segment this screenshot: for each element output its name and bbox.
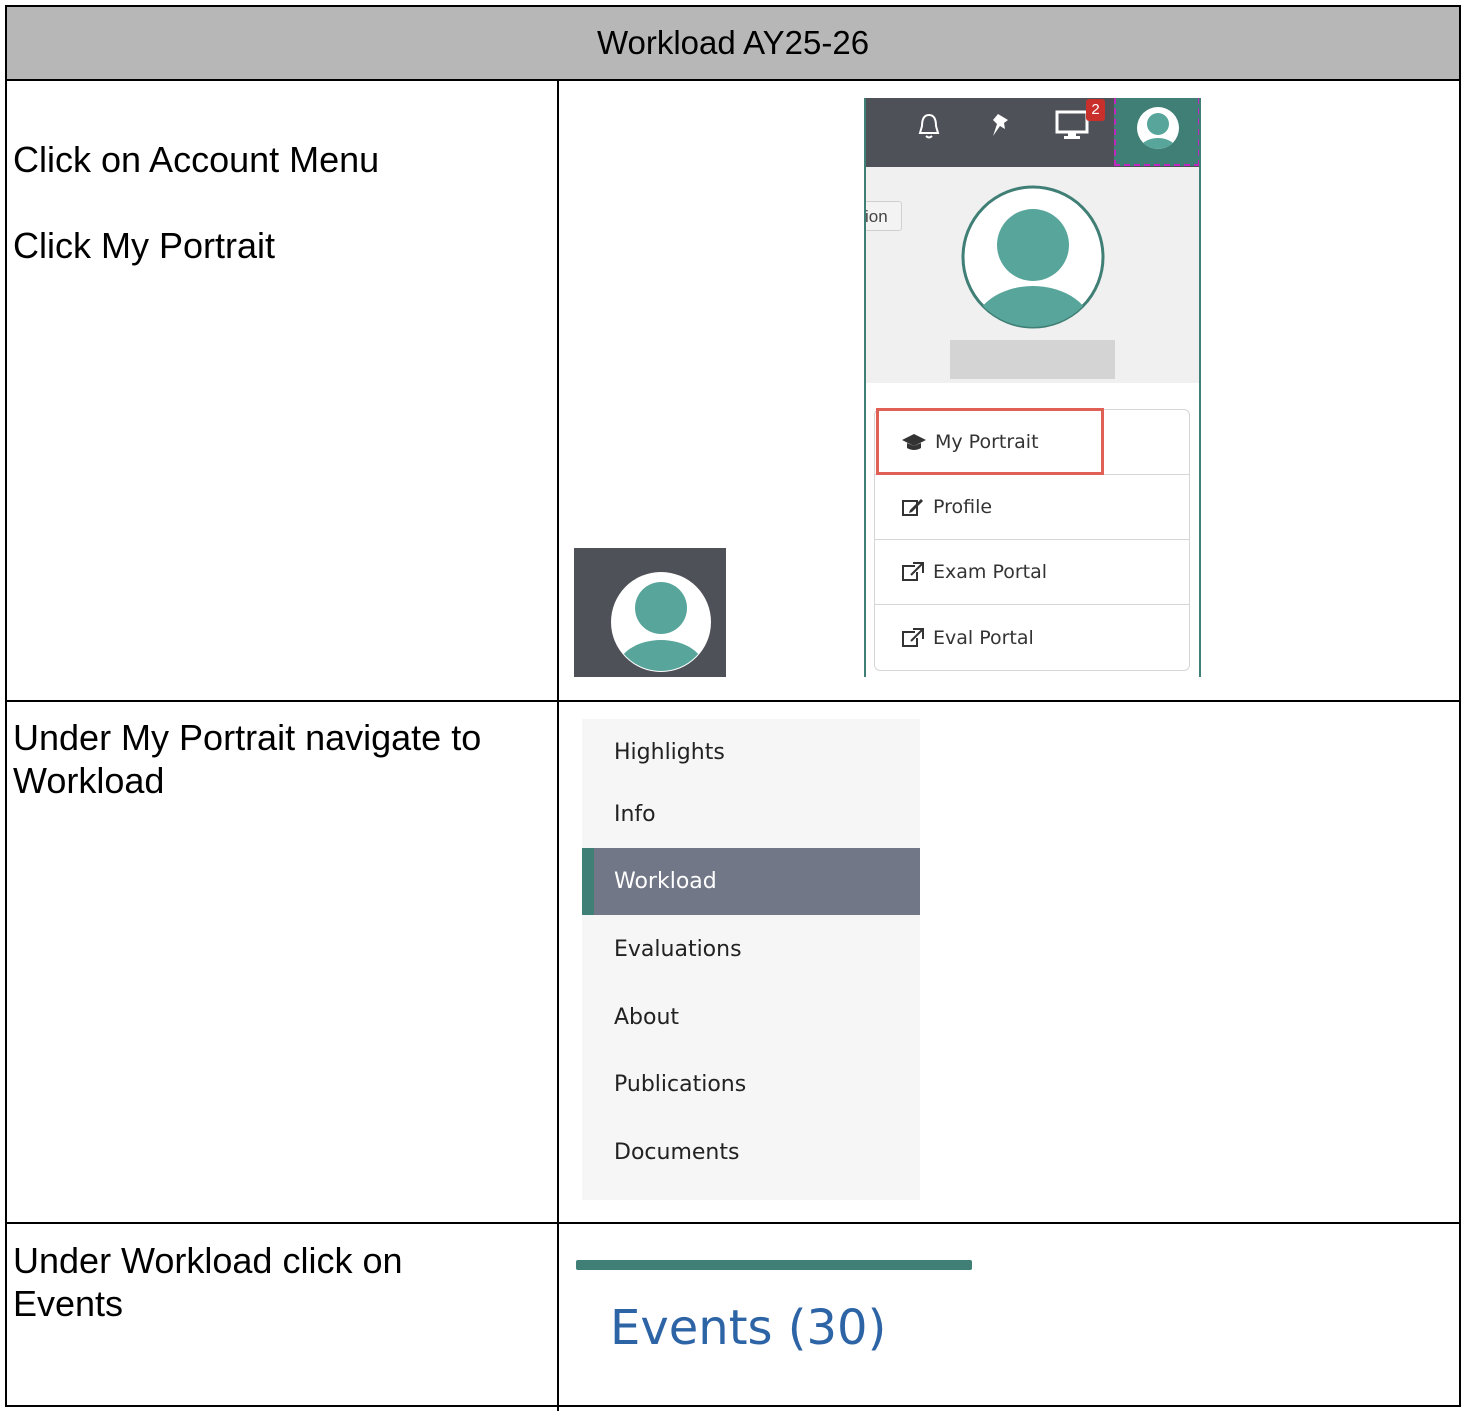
step-1-line-2: Click My Portrait (13, 225, 276, 266)
edit-icon (902, 499, 923, 516)
row-divider-2 (7, 1222, 1459, 1224)
user-avatar-icon (1137, 107, 1179, 149)
notification-badge: 2 (1086, 99, 1105, 121)
table-header: Workload AY25-26 (7, 7, 1459, 81)
nav-item-about[interactable]: About (582, 984, 920, 1051)
menu-item-label: Eval Portal (933, 626, 1034, 649)
step-2-line-1: Under My Portrait navigate to (13, 717, 482, 758)
bell-icon[interactable] (917, 112, 941, 140)
external-link-icon (902, 627, 924, 647)
menu-item-profile[interactable]: Profile (875, 475, 1189, 540)
tooltip-fragment: ion (864, 201, 902, 231)
profile-avatar-icon (961, 185, 1105, 329)
events-tab[interactable]: Events (30) (610, 1298, 886, 1358)
row-divider-1 (7, 700, 1459, 702)
panel-edge (864, 98, 866, 677)
portrait-nav: Highlights Info Workload Evaluations Abo… (582, 719, 920, 1200)
my-portrait-highlight (876, 408, 1104, 475)
menu-item-exam-portal[interactable]: Exam Portal (875, 540, 1189, 605)
redacted-user-name (950, 340, 1115, 379)
account-menu-avatar-crop[interactable] (574, 548, 726, 677)
step-3-line-1: Under Workload click on (13, 1240, 403, 1281)
nav-item-documents[interactable]: Documents (582, 1119, 920, 1186)
step-1-line-1: Click on Account Menu (13, 139, 380, 180)
nav-item-info[interactable]: Info (582, 781, 920, 848)
nav-item-workload[interactable]: Workload (582, 848, 920, 915)
menu-item-label: Profile (933, 496, 993, 518)
document-title: Workload AY25-26 (596, 24, 870, 61)
menu-item-label: Exam Portal (933, 561, 1048, 583)
external-link-icon (902, 562, 924, 581)
account-menu-button[interactable] (1114, 98, 1200, 166)
column-divider (557, 81, 559, 1411)
step-3-line-2: Events (13, 1283, 124, 1324)
nav-item-publications[interactable]: Publications (582, 1051, 920, 1118)
nav-item-evaluations[interactable]: Evaluations (582, 916, 920, 983)
events-tab-indicator (576, 1260, 972, 1270)
step-2-line-2: Workload (13, 760, 165, 801)
menu-item-eval-portal[interactable]: Eval Portal (875, 605, 1189, 670)
account-menu-screenshot: 2 ion My Portrait Profile Exam Portal Ev… (864, 98, 1201, 677)
user-avatar-icon (611, 572, 711, 672)
panel-edge (1199, 98, 1201, 677)
nav-item-highlights[interactable]: Highlights (582, 719, 920, 786)
top-navbar: 2 (864, 98, 1201, 167)
pin-icon[interactable] (988, 112, 1012, 140)
